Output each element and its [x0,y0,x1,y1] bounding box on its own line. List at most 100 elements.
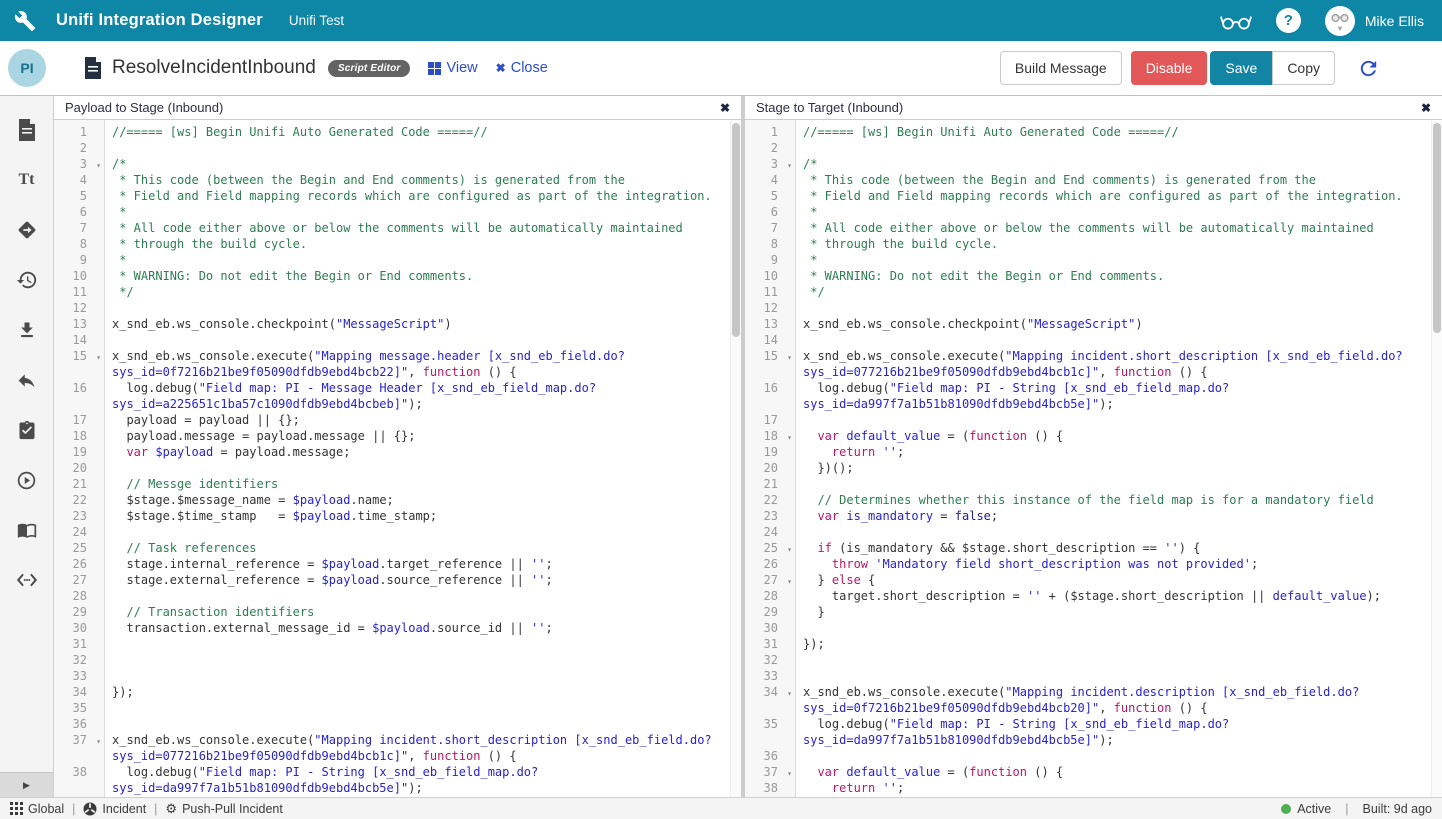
code-text[interactable]: target.short_description = '' + ($stage.… [795,588,1442,604]
code-text[interactable]: } [795,604,1442,620]
code-text[interactable]: x_snd_eb.ws_console.execute("Mapping mes… [104,348,741,380]
code-line[interactable]: 26 throw 'Mandatory field short_descript… [745,556,1442,572]
code-line[interactable]: 37 ▾ var default_value = (function () { [745,764,1442,780]
code-text[interactable] [795,332,1442,348]
code-text[interactable]: * [795,252,1442,268]
code-line[interactable]: 9 * [745,252,1442,268]
panel-close-icon[interactable]: ✖ [720,101,730,115]
code-text[interactable]: */ [795,284,1442,300]
mapping-icon[interactable] [15,218,39,242]
code-line[interactable]: 8 * through the build cycle. [745,236,1442,252]
history-icon[interactable] [15,268,39,292]
code-text[interactable]: var default_value = (function () { [795,764,1442,780]
code-text[interactable]: payload.message = payload.message || {}; [104,428,741,444]
code-text[interactable]: log.debug("Field map: PI - String [x_snd… [795,716,1442,748]
code-line[interactable]: 18 ▾ var default_value = (function () { [745,428,1442,444]
code-line[interactable]: 26 stage.internal_reference = $payload.t… [54,556,741,572]
docs-icon[interactable] [15,518,39,542]
code-line[interactable]: 24 [54,524,741,540]
fold-arrow-icon[interactable]: ▾ [787,350,792,366]
code-text[interactable] [104,588,741,604]
user-menu[interactable]: Mike Ellis [1324,5,1424,36]
statusbar-item-process[interactable]: ⚙ Push-Pull Incident [165,802,282,816]
code-line[interactable]: 7 * All code either above or below the c… [745,220,1442,236]
code-line[interactable]: 12 [54,300,741,316]
code-text[interactable] [104,716,741,732]
code-text[interactable]: * All code either above or below the com… [104,220,741,236]
sidebar-collapse-button[interactable]: ▶ [0,772,53,797]
code-text[interactable]: * WARNING: Do not edit the Begin or End … [795,268,1442,284]
code-line[interactable]: 37 ▾ x_snd_eb.ws_console.execute("Mapping … [54,732,741,764]
code-text[interactable] [795,620,1442,636]
code-line[interactable]: 2 [745,140,1442,156]
run-icon[interactable] [15,468,39,492]
code-text[interactable]: //===== [ws] Begin Unifi Auto Generated … [795,124,1442,140]
code-line[interactable]: 33 [745,668,1442,684]
code-text[interactable]: stage.internal_reference = $payload.targ… [104,556,741,572]
code-text[interactable]: var $payload = payload.message; [104,444,741,460]
code-line[interactable]: 19 return ''; [745,444,1442,460]
right-panel-scrollbar[interactable] [1431,121,1442,797]
code-text[interactable]: }); [104,684,741,700]
code-line[interactable]: 6 * [745,204,1442,220]
code-text[interactable]: $stage.$message_name = $payload.name; [104,492,741,508]
code-text[interactable]: })(); [795,460,1442,476]
code-text[interactable]: x_snd_eb.ws_console.checkpoint("MessageS… [795,316,1442,332]
statusbar-item-global[interactable]: Global [10,802,64,816]
code-text[interactable]: log.debug("Field map: PI - String [x_snd… [104,764,741,796]
code-text[interactable] [795,748,1442,764]
code-text[interactable]: * WARNING: Do not edit the Begin or End … [104,268,741,284]
code-line[interactable]: 30 transaction.external_message_id = $pa… [54,620,741,636]
code-line[interactable]: 9 * [54,252,741,268]
code-text[interactable] [104,460,741,476]
code-icon[interactable] [15,568,39,592]
text-format-icon[interactable]: Tt [15,168,39,192]
environment-label[interactable]: Unifi Test [289,13,344,28]
fold-arrow-icon[interactable]: ▾ [96,350,101,366]
code-text[interactable]: * This code (between the Begin and End c… [104,172,741,188]
code-line[interactable]: 25 // Task references [54,540,741,556]
code-text[interactable]: return ''; [795,780,1442,796]
scrollbar-thumb[interactable] [732,123,740,337]
code-line[interactable]: 19 var $payload = payload.message; [54,444,741,460]
code-line[interactable]: 11 */ [745,284,1442,300]
wrench-logo-icon[interactable] [14,10,36,32]
code-line[interactable]: 21 // Messge identifiers [54,476,741,492]
code-text[interactable]: * [795,204,1442,220]
code-line[interactable]: 36 [54,716,741,732]
help-icon[interactable]: ? [1275,8,1301,33]
code-line[interactable]: 3 ▾/* [54,156,741,172]
code-line[interactable]: 25 ▾ if (is_mandatory && $stage.short_des… [745,540,1442,556]
code-text[interactable] [104,332,741,348]
code-line[interactable]: 5 * Field and Field mapping records whic… [745,188,1442,204]
code-line[interactable]: 36 [745,748,1442,764]
code-editor[interactable]: 1 //===== [ws] Begin Unifi Auto Generated… [745,120,1442,797]
code-text[interactable]: */ [104,284,741,300]
code-line[interactable]: 27 ▾ } else { [745,572,1442,588]
code-text[interactable] [104,300,741,316]
code-text[interactable]: * This code (between the Begin and End c… [795,172,1442,188]
code-text[interactable] [795,668,1442,684]
code-line[interactable]: 1 //===== [ws] Begin Unifi Auto Generated… [54,124,741,140]
code-text[interactable]: log.debug("Field map: PI - String [x_snd… [795,380,1442,412]
code-text[interactable]: // Transaction identifiers [104,604,741,620]
code-text[interactable] [104,524,741,540]
code-line[interactable]: 28 [54,588,741,604]
code-line[interactable]: 34}); [54,684,741,700]
code-text[interactable] [104,140,741,156]
import-icon[interactable] [15,318,39,342]
code-line[interactable]: 7 * All code either above or below the c… [54,220,741,236]
build-message-button[interactable]: Build Message [999,51,1122,85]
code-text[interactable]: // Determines whether this instance of t… [795,492,1442,508]
code-text[interactable] [795,412,1442,428]
code-text[interactable] [795,140,1442,156]
code-line[interactable]: 35 log.debug("Field map: PI - String [x_… [745,716,1442,748]
code-text[interactable]: //===== [ws] Begin Unifi Auto Generated … [104,124,741,140]
code-line[interactable]: 10 * WARNING: Do not edit the Begin or E… [745,268,1442,284]
preview-glasses-icon[interactable] [1219,11,1252,31]
code-text[interactable] [104,652,741,668]
code-line[interactable]: 4 * This code (between the Begin and End… [745,172,1442,188]
close-button[interactable]: ✖ Close [496,60,548,76]
scrollbar-thumb[interactable] [1433,123,1441,333]
code-line[interactable]: 31 [54,636,741,652]
